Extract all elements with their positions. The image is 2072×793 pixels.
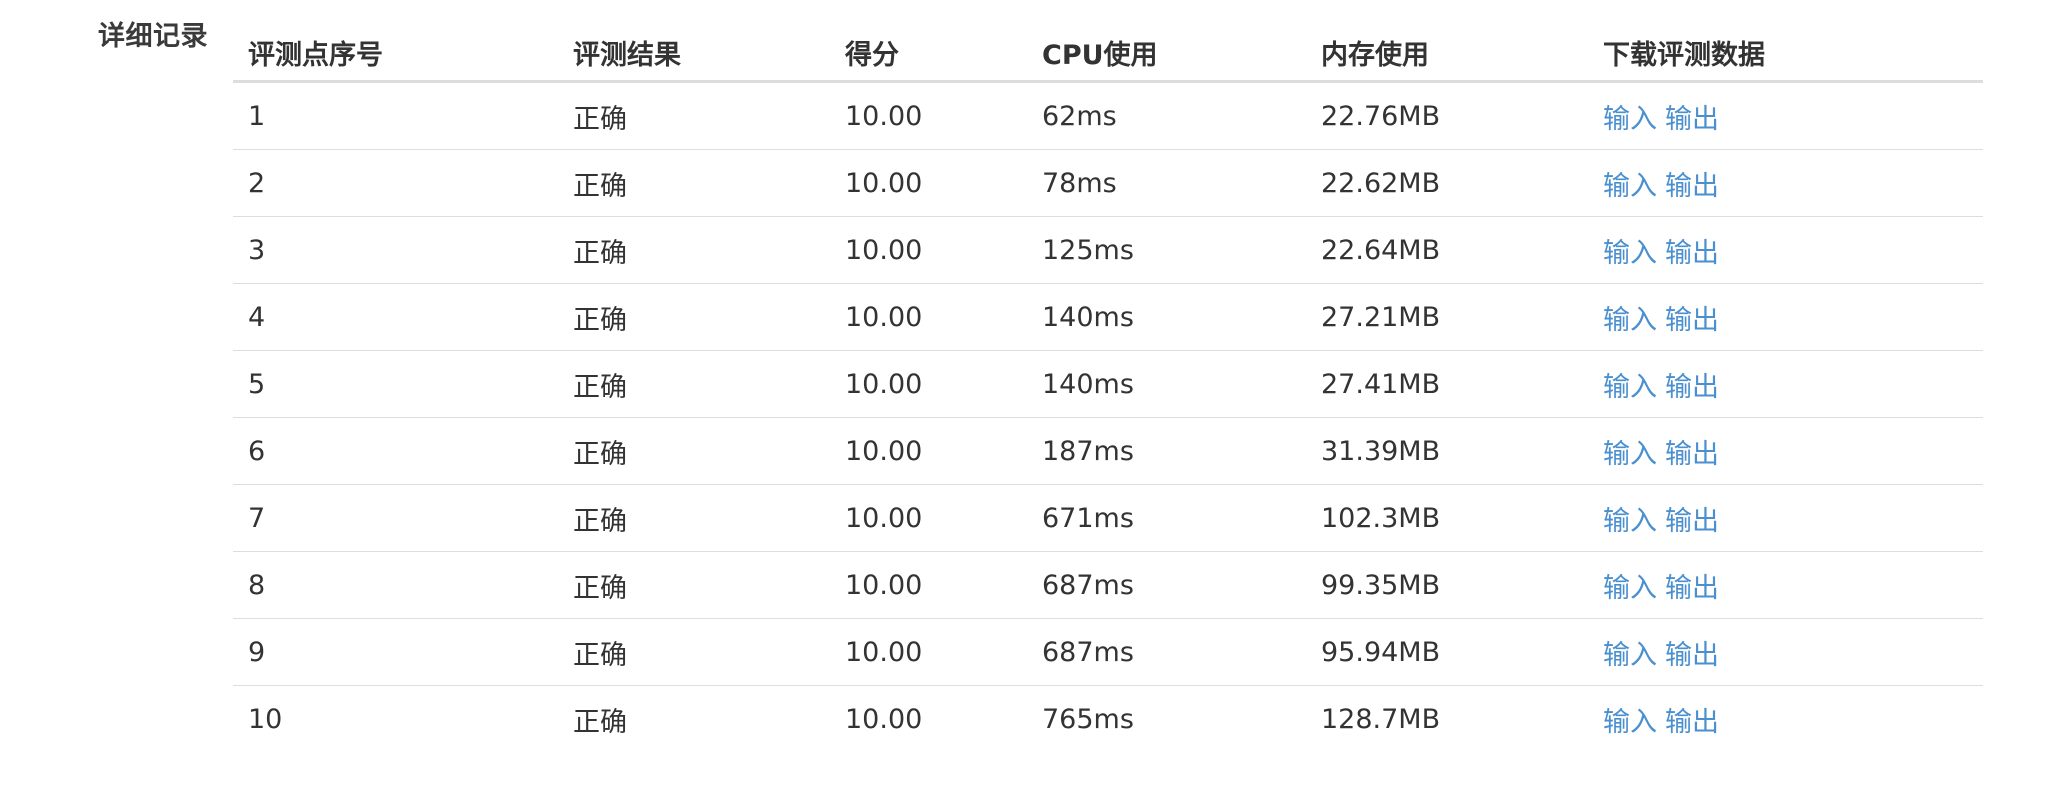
table-row: 6 正确 10.00 187ms 31.39MB 输入 输出 <box>233 417 1983 485</box>
cell-result: 正确 <box>558 216 830 284</box>
download-input-link[interactable]: 输入 <box>1603 238 1657 269</box>
section-label-details: 详细记录 <box>98 21 208 52</box>
cell-memory: 22.64MB <box>1306 216 1588 284</box>
cell-score: 10.00 <box>830 216 1027 284</box>
header-download: 下载评测数据 <box>1588 24 1983 83</box>
download-output-link[interactable]: 输出 <box>1665 238 1719 269</box>
cell-test-index: 3 <box>233 216 558 284</box>
cell-result: 正确 <box>558 551 830 619</box>
cell-memory: 128.7MB <box>1306 685 1588 752</box>
cell-score: 10.00 <box>830 417 1027 485</box>
cell-test-index: 8 <box>233 551 558 619</box>
cell-cpu: 765ms <box>1027 685 1306 752</box>
cell-download: 输入 输出 <box>1588 484 1983 552</box>
cell-test-index: 5 <box>233 350 558 418</box>
cell-score: 10.00 <box>830 484 1027 552</box>
cell-cpu: 140ms <box>1027 350 1306 418</box>
download-output-link[interactable]: 输出 <box>1665 640 1719 671</box>
cell-test-index: 6 <box>233 417 558 485</box>
cell-cpu: 687ms <box>1027 551 1306 619</box>
download-output-link[interactable]: 输出 <box>1665 171 1719 202</box>
cell-download: 输入 输出 <box>1588 417 1983 485</box>
cell-result: 正确 <box>558 618 830 686</box>
table-row: 1 正确 10.00 62ms 22.76MB 输入 输出 <box>233 82 1983 150</box>
table-row: 3 正确 10.00 125ms 22.64MB 输入 输出 <box>233 216 1983 284</box>
cell-test-index: 2 <box>233 149 558 217</box>
cell-download: 输入 输出 <box>1588 618 1983 686</box>
cell-cpu: 187ms <box>1027 417 1306 485</box>
cell-memory: 31.39MB <box>1306 417 1588 485</box>
download-output-link[interactable]: 输出 <box>1665 439 1719 470</box>
download-input-link[interactable]: 输入 <box>1603 573 1657 604</box>
cell-cpu: 140ms <box>1027 283 1306 351</box>
cell-cpu: 78ms <box>1027 149 1306 217</box>
cell-test-index: 7 <box>233 484 558 552</box>
cell-result: 正确 <box>558 484 830 552</box>
header-result: 评测结果 <box>558 24 830 83</box>
download-input-link[interactable]: 输入 <box>1603 372 1657 403</box>
cell-download: 输入 输出 <box>1588 216 1983 284</box>
cell-download: 输入 输出 <box>1588 685 1983 752</box>
cell-result: 正确 <box>558 685 830 752</box>
download-input-link[interactable]: 输入 <box>1603 439 1657 470</box>
cell-test-index: 9 <box>233 618 558 686</box>
cell-test-index: 4 <box>233 283 558 351</box>
cell-test-index: 10 <box>233 685 558 752</box>
cell-score: 10.00 <box>845 100 923 132</box>
table-row: 8 正确 10.00 687ms 99.35MB 输入 输出 <box>233 551 1983 619</box>
cell-score: 10.00 <box>830 350 1027 418</box>
download-input-link[interactable]: 输入 <box>1603 640 1657 671</box>
header-test-index: 评测点序号 <box>233 24 558 83</box>
download-input-link[interactable]: 输入 <box>1603 506 1657 537</box>
table-row: 5 正确 10.00 140ms 27.41MB 输入 输出 <box>233 350 1983 418</box>
cell-score: 10.00 <box>830 685 1027 752</box>
cell-cpu: 62ms <box>1042 100 1117 132</box>
download-input-link[interactable]: 输入 <box>1603 104 1657 135</box>
download-output-link[interactable]: 输出 <box>1665 305 1719 336</box>
download-output-link[interactable]: 输出 <box>1665 573 1719 604</box>
cell-score: 10.00 <box>830 283 1027 351</box>
cell-result: 正确 <box>558 350 830 418</box>
cell-memory: 27.21MB <box>1306 283 1588 351</box>
cell-score: 10.00 <box>830 618 1027 686</box>
cell-result: 正确 <box>558 149 830 217</box>
cell-memory: 102.3MB <box>1306 484 1588 552</box>
cell-result: 正确 <box>558 417 830 485</box>
cell-memory: 22.62MB <box>1306 149 1588 217</box>
header-memory: 内存使用 <box>1306 24 1588 83</box>
download-output-link[interactable]: 输出 <box>1665 506 1719 537</box>
table-row: 4 正确 10.00 140ms 27.21MB 输入 输出 <box>233 283 1983 351</box>
cell-memory: 99.35MB <box>1306 551 1588 619</box>
cell-download: 输入 输出 <box>1588 283 1983 351</box>
table-row: 7 正确 10.00 671ms 102.3MB 输入 输出 <box>233 484 1983 552</box>
cell-memory: 95.94MB <box>1306 618 1588 686</box>
table-row: 2 正确 10.00 78ms 22.62MB 输入 输出 <box>233 149 1983 217</box>
judge-records-table: 评测点序号 评测结果 得分 CPU使用 内存使用 下载评测数据 1 正确 10.… <box>233 24 1983 752</box>
download-input-link[interactable]: 输入 <box>1603 707 1657 738</box>
cell-result: 正确 <box>573 103 627 135</box>
table-header-row: 评测点序号 评测结果 得分 CPU使用 内存使用 下载评测数据 <box>233 24 1983 83</box>
cell-cpu: 125ms <box>1027 216 1306 284</box>
cell-download: 输入 输出 <box>1588 350 1983 418</box>
download-output-link[interactable]: 输出 <box>1665 104 1719 135</box>
table-row: 9 正确 10.00 687ms 95.94MB 输入 输出 <box>233 618 1983 686</box>
cell-cpu: 687ms <box>1027 618 1306 686</box>
cell-score: 10.00 <box>830 149 1027 217</box>
cell-test-index: 1 <box>248 100 266 132</box>
cell-download: 输入 输出 <box>1588 149 1983 217</box>
table-row: 10 正确 10.00 765ms 128.7MB 输入 输出 <box>233 685 1983 752</box>
download-output-link[interactable]: 输出 <box>1665 372 1719 403</box>
cell-score: 10.00 <box>830 551 1027 619</box>
cell-memory: 27.41MB <box>1306 350 1588 418</box>
cell-download: 输入 输出 <box>1588 82 1983 150</box>
cell-download: 输入 输出 <box>1588 551 1983 619</box>
header-score: 得分 <box>830 24 1027 83</box>
download-output-link[interactable]: 输出 <box>1665 707 1719 738</box>
download-input-link[interactable]: 输入 <box>1603 171 1657 202</box>
cell-cpu: 671ms <box>1027 484 1306 552</box>
download-input-link[interactable]: 输入 <box>1603 305 1657 336</box>
header-cpu: CPU使用 <box>1027 24 1306 83</box>
cell-result: 正确 <box>558 283 830 351</box>
cell-memory: 22.76MB <box>1321 100 1441 132</box>
